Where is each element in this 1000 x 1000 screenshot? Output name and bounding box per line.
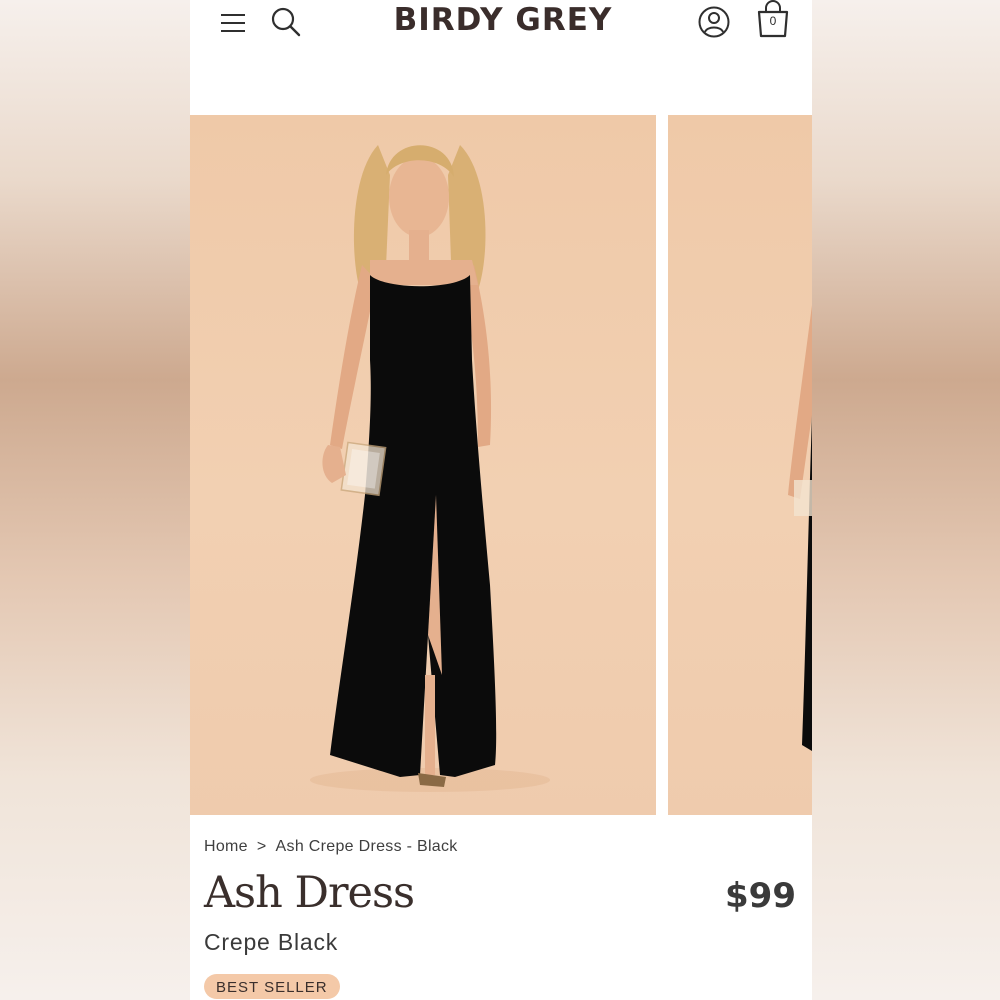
account-button[interactable]: [696, 4, 732, 40]
product-title: Ash Dress: [204, 868, 415, 918]
product-page: BIRDY GREY 0 Home > Ash Crepe Dress - Bl…: [190, 0, 812, 1000]
menu-button[interactable]: [216, 6, 250, 40]
product-variant: Crepe Black: [204, 929, 339, 955]
blurred-background-left: [0, 0, 190, 1000]
product-image-next[interactable]: [668, 115, 812, 815]
user-account-icon: [698, 6, 730, 38]
cart-count: 0: [769, 14, 777, 28]
breadcrumb-separator: >: [256, 838, 267, 855]
site-header: BIRDY GREY 0: [190, 0, 812, 60]
product-price: $99: [725, 876, 796, 916]
brand-logo[interactable]: BIRDY GREY: [370, 2, 636, 38]
product-image-main[interactable]: [190, 115, 656, 815]
breadcrumb: Home > Ash Crepe Dress - Black: [204, 838, 458, 856]
model-in-black-dress-image: [310, 145, 550, 792]
hamburger-menu-icon: [221, 14, 245, 32]
search-icon: [271, 7, 301, 37]
search-button[interactable]: [268, 4, 304, 40]
breadcrumb-current: Ash Crepe Dress - Black: [275, 838, 458, 855]
model-partial-image: [788, 305, 812, 751]
breadcrumb-home-link[interactable]: Home: [204, 838, 248, 856]
product-image-carousel[interactable]: [190, 115, 812, 815]
cart-button[interactable]: 0: [754, 0, 792, 42]
best-seller-badge: BEST SELLER: [204, 974, 340, 999]
blurred-background-right: [812, 0, 1000, 1000]
